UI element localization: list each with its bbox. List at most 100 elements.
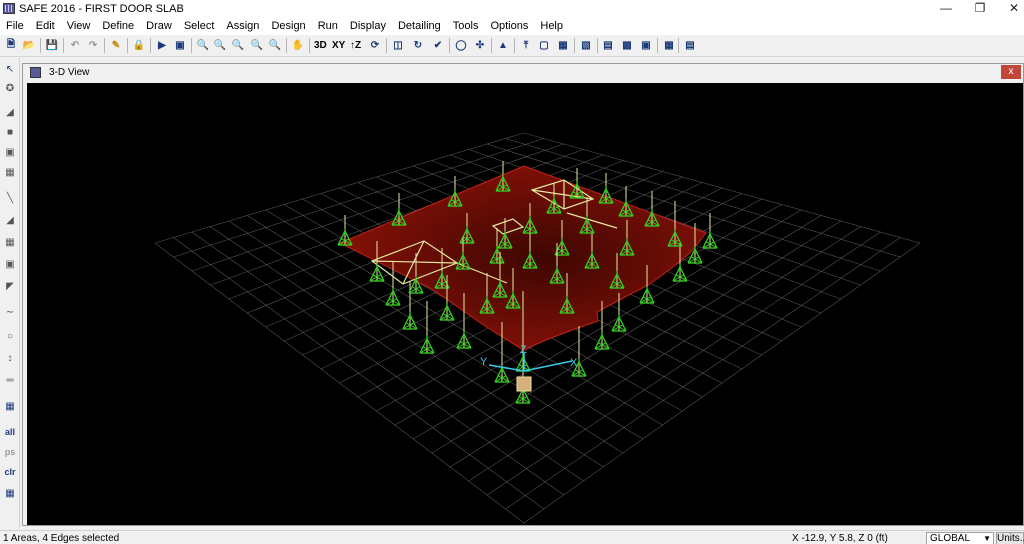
arrow-up-icon[interactable]: ⤒ — [518, 37, 534, 53]
status-bar: 1 Areas, 4 Edges selected X -12.9, Y 5.8… — [0, 530, 1024, 544]
draw-point-icon[interactable]: ○ — [2, 328, 18, 344]
draw-strip-icon[interactable]: ∼ — [2, 304, 18, 320]
draw-rect-icon[interactable]: ■ — [2, 124, 18, 140]
display-icon[interactable]: ▧ — [578, 37, 594, 53]
draw-beam-icon[interactable]: ▦ — [2, 234, 18, 250]
view-yz-button[interactable]: ↑Z — [350, 37, 361, 53]
toolbar-separator — [449, 38, 450, 53]
toolbar-separator — [678, 38, 679, 53]
redo-icon[interactable]: ↷ — [85, 37, 101, 53]
toolbar-separator — [309, 38, 310, 53]
draw-line-icon[interactable]: ◢ — [2, 212, 18, 228]
menu-options[interactable]: Options — [484, 18, 534, 35]
pan-icon[interactable]: ✋ — [290, 37, 306, 53]
refresh-icon[interactable]: ↻ — [410, 37, 426, 53]
model-viewport[interactable]: Z X Y — [27, 83, 1023, 525]
toolbar-separator — [657, 38, 658, 53]
display-icon[interactable]: ▤ — [600, 37, 616, 53]
view-title-bar: 3-D View x — [23, 64, 1023, 81]
select-all-button[interactable]: all — [2, 424, 18, 440]
undo-icon[interactable]: ↶ — [67, 37, 83, 53]
toolbar-separator — [286, 38, 287, 53]
toolbar-separator — [127, 38, 128, 53]
close-icon[interactable]: ✕ — [996, 0, 1024, 18]
clear-selection-button[interactable]: clr — [2, 464, 18, 480]
draw-tendon-icon[interactable]: ◤ — [2, 278, 18, 294]
circle-icon[interactable]: ◯ — [453, 37, 469, 53]
display-icon[interactable]: ▢ — [536, 37, 552, 53]
lock-icon[interactable]: 🔒 — [131, 37, 147, 53]
draw-area-icon[interactable]: ▦ — [2, 164, 18, 180]
draw-line-icon[interactable]: ╲ — [2, 190, 18, 206]
display-icon[interactable]: ▤ — [682, 37, 698, 53]
toolbar-separator — [191, 38, 192, 53]
toolbar-separator — [514, 38, 515, 53]
toolbar-separator — [63, 38, 64, 53]
toolbar-separator — [386, 38, 387, 53]
view-title: 3-D View — [49, 67, 90, 78]
draw-dimension-icon[interactable]: ↕ — [2, 350, 18, 366]
menu-run[interactable]: Run — [312, 18, 344, 35]
menu-select[interactable]: Select — [178, 18, 221, 35]
intersect-select-icon[interactable]: ▦ — [2, 485, 18, 501]
run-icon[interactable]: ▶ — [154, 37, 170, 53]
axis-x-line — [523, 360, 573, 372]
reshape-icon[interactable]: ✪ — [2, 80, 18, 96]
draw-area-icon[interactable]: ▣ — [2, 144, 18, 160]
view-window-icon — [30, 67, 41, 78]
toolbar-separator — [150, 38, 151, 53]
app-icon — [3, 3, 15, 14]
display-icon[interactable]: ▣ — [638, 37, 654, 53]
units-button[interactable]: Units... — [996, 532, 1024, 544]
coord-system-value: GLOBAL — [930, 533, 971, 544]
menu-file[interactable]: File — [0, 18, 30, 35]
display-icon[interactable]: ▦ — [661, 37, 677, 53]
draw-line-icon[interactable]: ═ — [2, 372, 18, 388]
zoom-restore-icon[interactable]: 🔍 — [212, 37, 228, 53]
window-title: SAFE 2016 - FIRST DOOR SLAB — [19, 3, 184, 15]
save-icon[interactable]: 💾 — [44, 37, 60, 53]
checkmark-icon[interactable]: ✔ — [430, 37, 446, 53]
menu-draw[interactable]: Draw — [140, 18, 178, 35]
menu-detailing[interactable]: Detailing — [392, 18, 447, 35]
view-3d-button[interactable]: 3D — [314, 37, 327, 53]
grid-icon[interactable]: ▦ — [555, 37, 571, 53]
triangle-icon[interactable]: ▲ — [495, 37, 511, 53]
previous-selection-button[interactable]: ps — [2, 444, 18, 460]
pencil-icon[interactable]: ✎ — [108, 37, 124, 53]
menu-assign[interactable]: Assign — [220, 18, 265, 35]
menu-define[interactable]: Define — [96, 18, 140, 35]
perspective-icon[interactable]: ◫ — [390, 37, 406, 53]
zoom-window-icon[interactable]: 🔍 — [195, 37, 211, 53]
menu-view[interactable]: View — [61, 18, 97, 35]
menu-tools[interactable]: Tools — [447, 18, 485, 35]
open-folder-icon[interactable]: 📂 — [21, 37, 37, 53]
chevron-down-icon: ▼ — [983, 534, 991, 543]
draw-area-icon[interactable]: ◢ — [2, 104, 18, 120]
menu-design[interactable]: Design — [265, 18, 311, 35]
pointer-icon[interactable]: ↖ — [2, 61, 18, 77]
menu-edit[interactable]: Edit — [30, 18, 61, 35]
minimize-icon[interactable]: — — [928, 0, 964, 18]
toolbar-separator — [574, 38, 575, 53]
new-file-icon[interactable]: 🗎 — [3, 37, 19, 53]
toolbar-separator — [597, 38, 598, 53]
global-axes: Z X Y — [480, 344, 578, 392]
zoom-previous-icon[interactable]: 🔍 — [267, 37, 283, 53]
menu-help[interactable]: Help — [534, 18, 569, 35]
origin-marker — [516, 376, 532, 392]
view-xy-button[interactable]: XY — [332, 37, 345, 53]
select-window-icon[interactable]: ▦ — [2, 398, 18, 414]
axis-y-label: Y — [480, 356, 488, 368]
restore-icon[interactable]: ❐ — [962, 0, 998, 18]
animate-icon[interactable]: ▣ — [172, 37, 188, 53]
zoom-out-icon[interactable]: 🔍 — [249, 37, 265, 53]
move-icon[interactable]: ✣ — [472, 37, 488, 53]
menu-display[interactable]: Display — [344, 18, 392, 35]
draw-wall-icon[interactable]: ▣ — [2, 256, 18, 272]
view-close-button[interactable]: x — [1001, 65, 1021, 79]
rotate-icon[interactable]: ⟳ — [367, 37, 383, 53]
display-icon[interactable]: ▩ — [619, 37, 635, 53]
zoom-in-icon[interactable]: 🔍 — [230, 37, 246, 53]
coord-system-select[interactable]: GLOBAL ▼ — [926, 532, 994, 544]
